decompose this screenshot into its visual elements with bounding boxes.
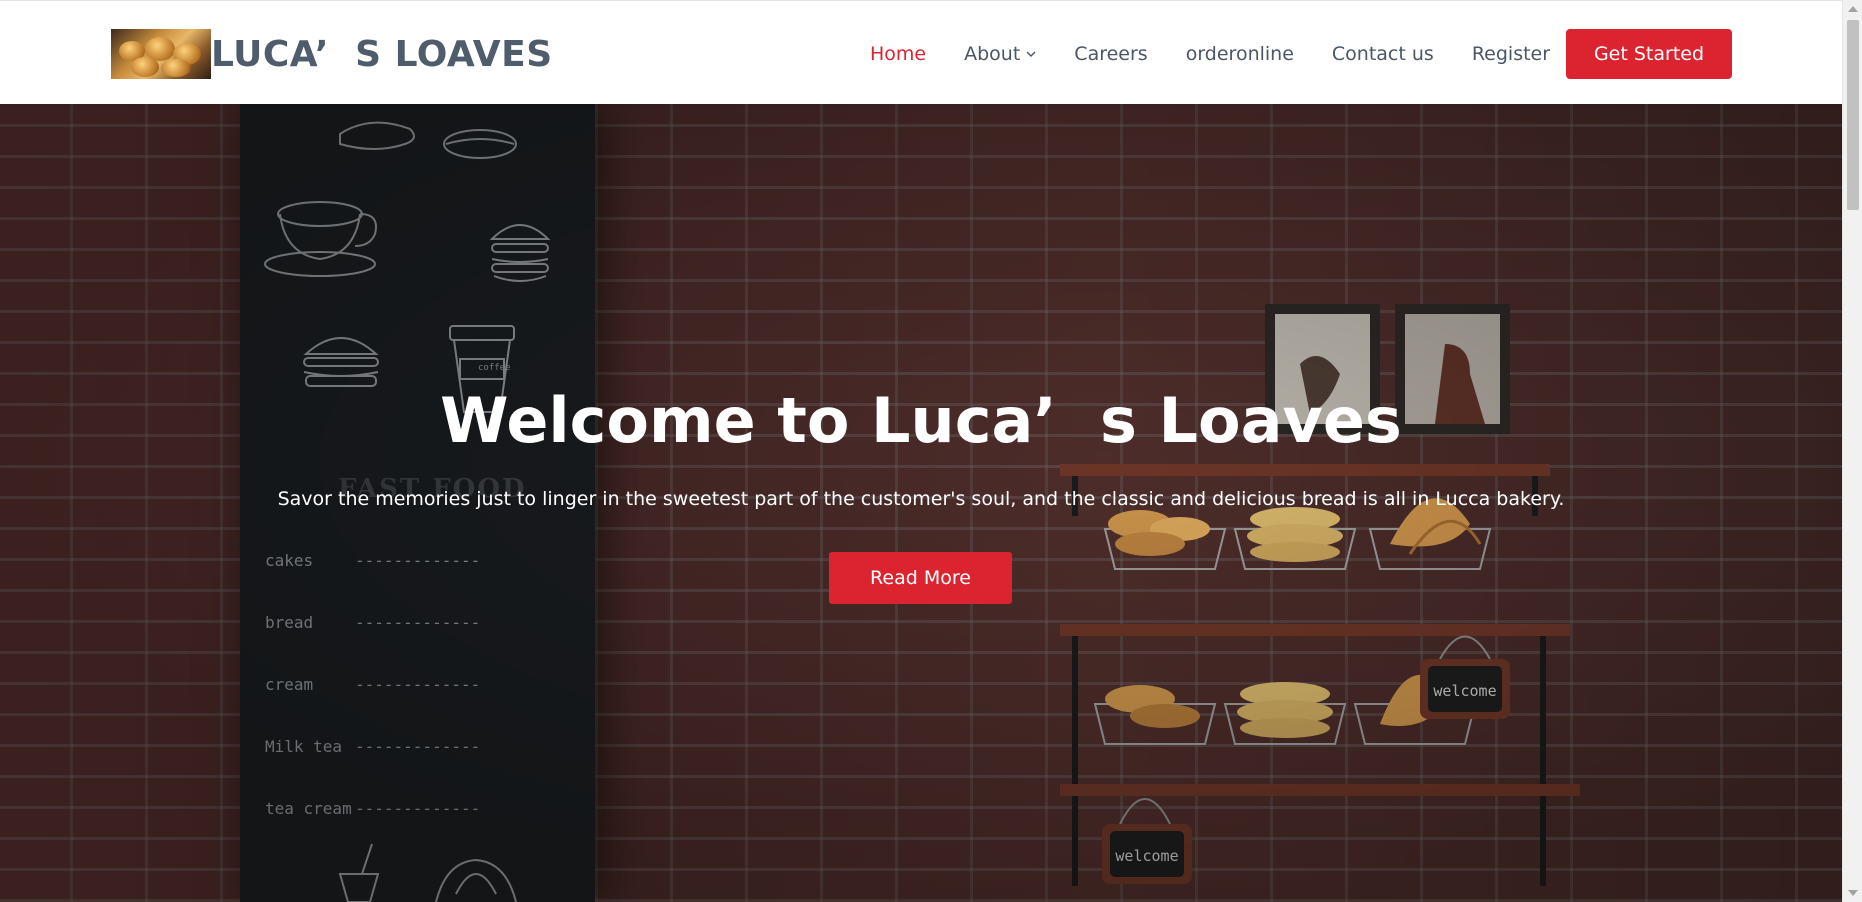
burger-icon xyxy=(489,224,551,282)
nav-home-label: Home xyxy=(870,43,927,65)
bread-basket-icon xyxy=(1103,510,1227,570)
menu-dashes: ------------- xyxy=(355,675,481,694)
nav-about[interactable]: About xyxy=(964,43,1036,65)
nav-orderonline[interactable]: orderonline xyxy=(1186,43,1294,65)
brand-name: LUCA’ S LOAVES xyxy=(211,33,553,75)
menu-row: cream xyxy=(265,675,314,694)
nav-contact-label: Contact us xyxy=(1331,43,1434,65)
site-header: LUCA’ S LOAVES Home About Careers ordero… xyxy=(0,0,1842,104)
welcome-sign-2: welcome xyxy=(1102,798,1192,884)
nav-register-label: Register xyxy=(1471,43,1551,65)
hero-section: coffee FAST FOOD cakes bread cream Milk … xyxy=(0,104,1842,902)
scroll-thumb[interactable] xyxy=(1847,20,1859,210)
main-nav: Home About Careers orderonline Contact u… xyxy=(870,29,1588,79)
chevron-down-icon xyxy=(1026,51,1036,57)
menu-dashes: ------------- xyxy=(355,799,481,818)
nav-careers-label: Careers xyxy=(1074,43,1148,65)
menu-row: bread xyxy=(265,613,314,632)
bread-basket-icon-2 xyxy=(1233,507,1357,570)
menu-row: cakes xyxy=(265,551,314,570)
hotdog-icon xyxy=(443,129,517,159)
svg-text:welcome: welcome xyxy=(1433,682,1496,700)
bread-basket-icon-5 xyxy=(1223,682,1347,745)
welcome-sign: welcome xyxy=(1420,635,1510,719)
get-started-button[interactable]: Get Started xyxy=(1566,29,1732,79)
menu-dashes: ------------- xyxy=(355,613,481,632)
drink-icon xyxy=(338,843,380,902)
svg-text:welcome: welcome xyxy=(1115,847,1178,865)
menu-dashes: ------------- xyxy=(355,737,481,756)
read-more-button[interactable]: Read More xyxy=(829,552,1012,604)
scroll-up-icon[interactable] xyxy=(1848,6,1858,12)
nav-home[interactable]: Home xyxy=(870,43,926,65)
coffee-cup-icon xyxy=(264,201,377,277)
scroll-down-icon[interactable] xyxy=(1848,890,1858,896)
nav-about-label: About xyxy=(964,43,1021,65)
hero-subtitle: Savor the memories just to linger in the… xyxy=(277,488,1565,510)
sausage-icon xyxy=(339,121,415,150)
nav-orderonline-label: orderonline xyxy=(1185,43,1294,65)
page-scrollbar[interactable] xyxy=(1842,0,1862,902)
nav-careers[interactable]: Careers xyxy=(1074,43,1147,65)
burger-icon-2 xyxy=(303,337,379,387)
menu-dashes: ------------- xyxy=(355,551,481,570)
brand-logo[interactable]: LUCA’ S LOAVES xyxy=(111,29,553,79)
hero-title: Welcome to Luca’ s Loaves xyxy=(440,384,1402,457)
logo-image xyxy=(111,29,211,79)
menu-row: Milk tea xyxy=(265,737,343,756)
svg-text:coffee: coffee xyxy=(478,363,511,373)
nav-contact[interactable]: Contact us xyxy=(1332,43,1434,65)
nav-register[interactable]: Register xyxy=(1472,43,1550,65)
croissant-icon xyxy=(435,858,517,902)
menu-row: tea cream xyxy=(265,799,352,818)
bread-basket-icon-4 xyxy=(1093,685,1217,745)
